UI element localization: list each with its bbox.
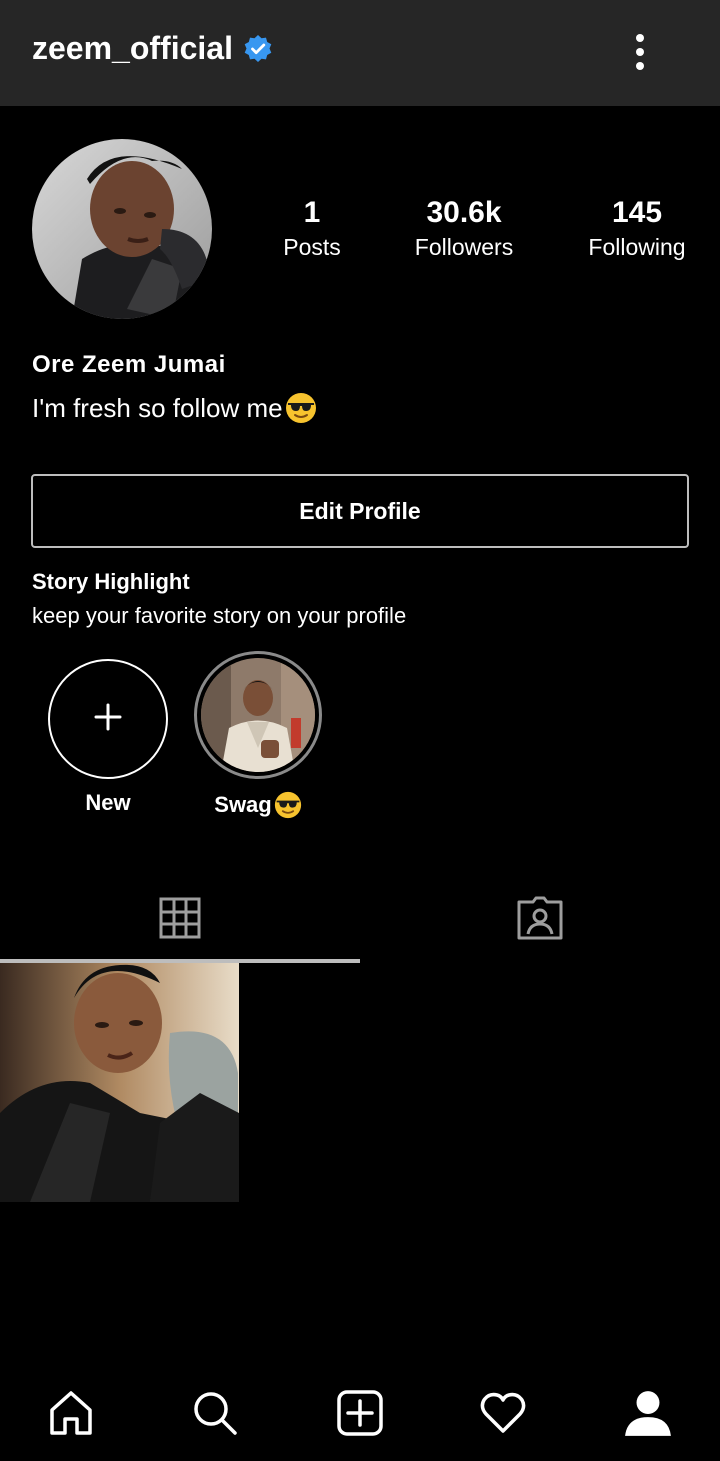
posts-stat[interactable]: 1 Posts bbox=[232, 196, 392, 262]
swag-highlight-label: Swag bbox=[190, 791, 326, 819]
following-count: 145 bbox=[611, 196, 663, 229]
heart-icon[interactable] bbox=[478, 1388, 528, 1438]
bio: I'm fresh so follow me bbox=[32, 392, 317, 424]
following-label: Following bbox=[588, 234, 686, 260]
followers-label: Followers bbox=[414, 234, 514, 260]
story-highlight-subtitle: keep your favorite story on your profile bbox=[32, 603, 407, 628]
sunglasses-emoji-icon bbox=[274, 791, 302, 819]
posts-count: 1 bbox=[303, 196, 321, 229]
username-text: zeem_official bbox=[32, 30, 233, 66]
search-icon[interactable] bbox=[190, 1388, 240, 1438]
tab-grid[interactable] bbox=[0, 880, 360, 960]
edit-profile-button[interactable]: Edit Profile bbox=[31, 474, 689, 548]
tab-tagged[interactable] bbox=[360, 880, 720, 960]
profile-avatar[interactable] bbox=[32, 139, 212, 319]
sunglasses-emoji-icon bbox=[285, 392, 317, 424]
swag-highlight-image bbox=[201, 658, 315, 772]
followers-count: 30.6k bbox=[426, 196, 502, 229]
verified-badge-icon bbox=[243, 34, 273, 64]
home-icon[interactable] bbox=[46, 1388, 96, 1438]
post-thumbnail[interactable] bbox=[0, 963, 239, 1202]
new-highlight-label: New bbox=[85, 790, 131, 815]
swag-highlight[interactable] bbox=[194, 651, 322, 779]
plus-icon bbox=[93, 702, 123, 737]
full-name: Ore Zeem Jumai bbox=[32, 351, 226, 378]
followers-stat[interactable]: 30.6k Followers bbox=[384, 196, 544, 262]
posts-label: Posts bbox=[283, 234, 341, 260]
grid-icon bbox=[159, 897, 201, 944]
swag-label-text: Swag bbox=[214, 792, 272, 817]
new-highlight-button[interactable] bbox=[48, 659, 168, 779]
bio-text: I'm fresh so follow me bbox=[32, 392, 283, 423]
add-post-icon[interactable] bbox=[335, 1388, 385, 1438]
following-stat[interactable]: 145 Following bbox=[557, 196, 717, 262]
tagged-icon bbox=[516, 895, 564, 946]
profile-username: zeem_official bbox=[32, 30, 273, 67]
story-highlight-title: Story Highlight bbox=[32, 569, 190, 594]
top-bar: zeem_official bbox=[0, 0, 720, 106]
profile-icon[interactable] bbox=[623, 1388, 673, 1438]
more-vertical-icon[interactable] bbox=[620, 32, 660, 72]
bottom-nav bbox=[0, 1366, 720, 1461]
